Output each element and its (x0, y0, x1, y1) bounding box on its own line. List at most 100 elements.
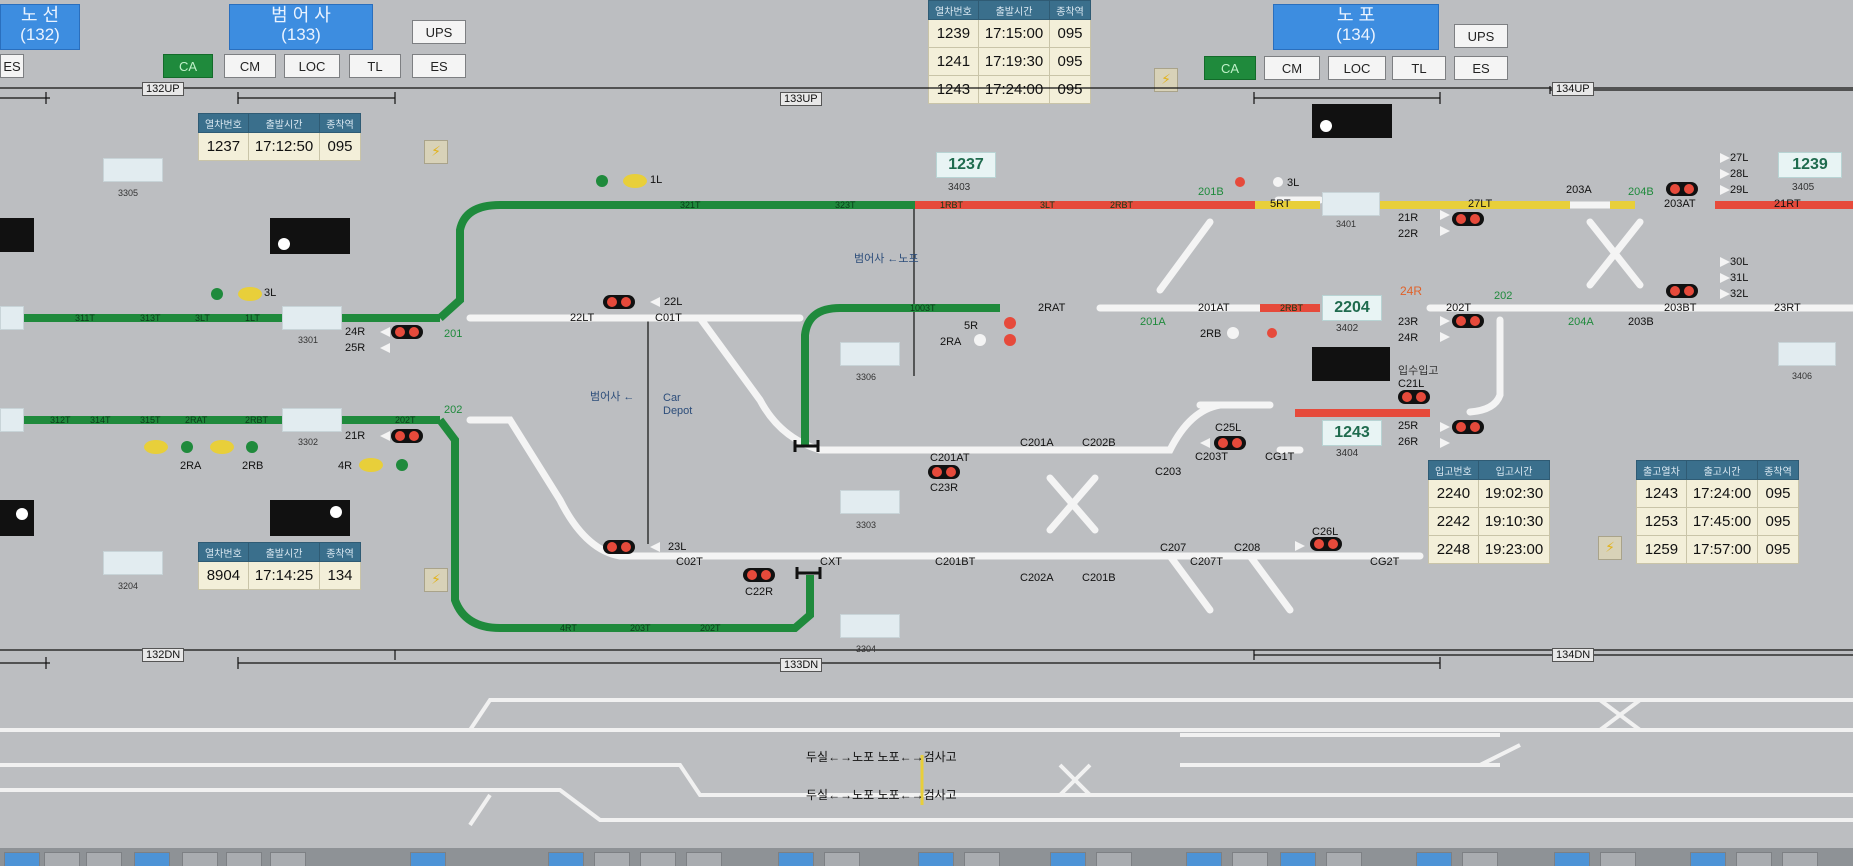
taskbar-button[interactable] (824, 852, 860, 866)
track-id: 3402 (1336, 323, 1359, 334)
signal-label: CG1T (1265, 451, 1295, 463)
track-box[interactable] (0, 408, 24, 432)
track-id: 3405 (1792, 182, 1815, 193)
signal-label: C21L (1398, 378, 1425, 390)
equipment-block[interactable] (0, 218, 34, 252)
taskbar-button[interactable] (4, 852, 40, 866)
taskbar-button[interactable] (226, 852, 262, 866)
equipment-block[interactable] (1312, 347, 1390, 381)
train-id-box[interactable]: 1243 (1322, 420, 1382, 446)
taskbar-button[interactable] (1462, 852, 1498, 866)
taskbar-button[interactable] (548, 852, 584, 866)
signal-label: 25R (345, 342, 366, 354)
section-label: 134DN (1552, 648, 1595, 662)
taskbar-button[interactable] (964, 852, 1000, 866)
train-id-box[interactable]: 1239 (1778, 152, 1842, 178)
section-label: 132DN (142, 648, 185, 662)
train-id-box[interactable]: 2204 (1322, 295, 1382, 321)
signal-label: 32L (1730, 288, 1749, 300)
direction-label: 범어사 ← (590, 391, 635, 403)
taskbar-button[interactable] (86, 852, 122, 866)
signal-label: 26R (1398, 436, 1419, 448)
track-segment-label: 314T (90, 415, 111, 425)
section-label: 132UP (142, 82, 184, 96)
taskbar-button[interactable] (410, 852, 446, 866)
taskbar-button[interactable] (1096, 852, 1132, 866)
track-box[interactable] (282, 306, 342, 330)
track-id: 3301 (298, 335, 319, 345)
taskbar-button[interactable] (686, 852, 722, 866)
track-box[interactable] (282, 408, 342, 432)
signal-label: 203A (1566, 184, 1592, 196)
signal-label: 203BT (1664, 302, 1697, 314)
route-label: 201 (444, 328, 463, 340)
track-id: 3404 (1336, 448, 1359, 459)
taskbar-button[interactable] (1050, 852, 1086, 866)
track-id: 3406 (1792, 371, 1813, 381)
signal-label: C201B (1082, 572, 1116, 584)
taskbar-button[interactable] (1554, 852, 1590, 866)
taskbar-button[interactable] (1280, 852, 1316, 866)
signal-label: 23R (1398, 316, 1419, 328)
signal-label: C201A (1020, 437, 1054, 449)
taskbar-button[interactable] (1782, 852, 1818, 866)
signal-label: 203B (1628, 316, 1654, 328)
taskbar-button[interactable] (1232, 852, 1268, 866)
signal-label: CXT (820, 556, 842, 568)
track-box[interactable] (0, 306, 24, 330)
signal-label: 31L (1730, 272, 1749, 284)
signal-label: C26L (1312, 526, 1339, 538)
signal-label: 27L (1730, 152, 1749, 164)
track-id: 3204 (118, 581, 139, 591)
taskbar-button[interactable] (44, 852, 80, 866)
track-id: 3302 (298, 437, 319, 447)
track-box[interactable] (840, 614, 900, 638)
signal-label: 27LT (1468, 198, 1493, 210)
taskbar-button[interactable] (1326, 852, 1362, 866)
signal-label: 2RAT (1038, 302, 1066, 314)
taskbar-button[interactable] (1416, 852, 1452, 866)
taskbar-button[interactable] (1186, 852, 1222, 866)
track-segment-label: 202T (395, 415, 416, 425)
track-box[interactable] (840, 490, 900, 514)
track-segment-label: 313T (140, 313, 161, 323)
taskbar-button[interactable] (134, 852, 170, 866)
equipment-block[interactable] (270, 500, 350, 536)
taskbar-button[interactable] (594, 852, 630, 866)
equipment-block[interactable] (270, 218, 350, 254)
signal-label: 2RA (940, 336, 962, 348)
depot-label: 입수입고 (1398, 365, 1439, 377)
signal-label: 202T (1446, 302, 1472, 314)
taskbar-button[interactable] (778, 852, 814, 866)
car-depot-label: Car Depot (663, 392, 693, 417)
equipment-block[interactable] (1312, 104, 1392, 138)
track-box[interactable] (103, 158, 163, 182)
train-id-box[interactable]: 1237 (936, 152, 996, 178)
track-id: 3401 (1336, 219, 1357, 229)
signal-label: C203 (1155, 466, 1182, 478)
track-box[interactable] (840, 342, 900, 366)
signal-label: 203AT (1664, 198, 1696, 210)
track-id: 3303 (856, 520, 877, 530)
route-legend: 두실←→노포 노포←→검사고 (806, 750, 957, 764)
direction-label: 범어사 ←노포 (854, 253, 919, 265)
track-segment-label: 315T (140, 415, 161, 425)
track-box[interactable] (1778, 342, 1836, 366)
taskbar-button[interactable] (918, 852, 954, 866)
taskbar-button[interactable] (1736, 852, 1772, 866)
signal-label: C201BT (935, 556, 976, 568)
track-id: 3306 (856, 372, 877, 382)
taskbar-button[interactable] (640, 852, 676, 866)
track-segment-label: 1RBT (940, 200, 964, 210)
taskbar-button[interactable] (270, 852, 306, 866)
taskbar-button[interactable] (182, 852, 218, 866)
track-segment-label: 323T (835, 200, 856, 210)
taskbar-button[interactable] (1690, 852, 1726, 866)
equipment-block[interactable] (0, 500, 34, 536)
taskbar-button[interactable] (1600, 852, 1636, 866)
section-markers (0, 86, 1853, 669)
section-label: 134UP (1552, 82, 1594, 96)
signal-label: 23L (668, 541, 687, 553)
track-box[interactable] (103, 551, 163, 575)
track-box[interactable] (1322, 192, 1380, 216)
